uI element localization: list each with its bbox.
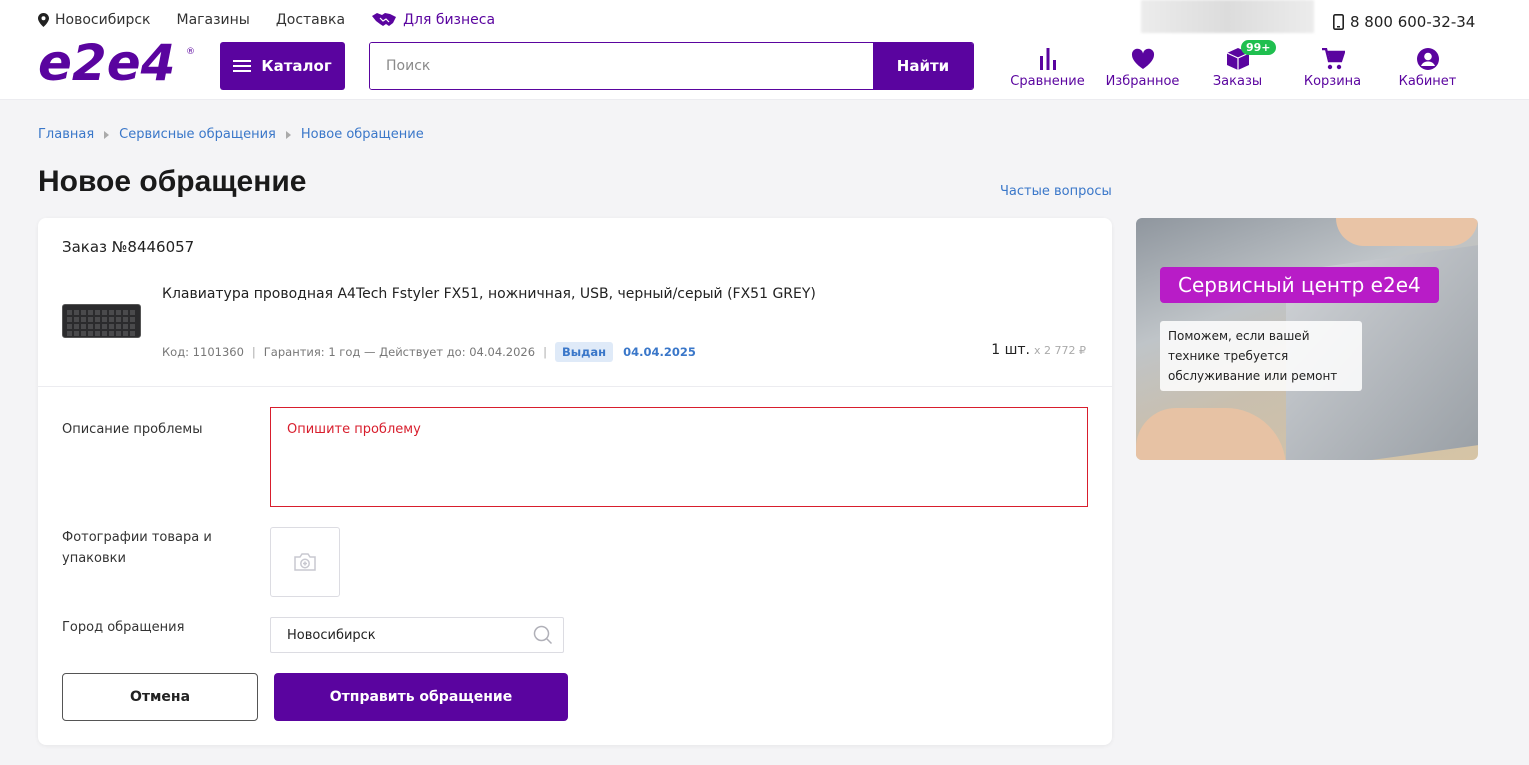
e2e4-logo-icon: e2e4 ® [38,34,195,92]
heart-icon [1131,48,1154,69]
nav-favorites-label: Избранное [1105,74,1180,89]
location-pin-icon [38,13,49,27]
breadcrumb: Главная Сервисные обращения Новое обраще… [38,127,424,142]
business-label: Для бизнеса [403,12,496,28]
city-value: Новосибирск [287,627,376,643]
search-input[interactable] [370,43,873,89]
stores-link[interactable]: Магазины [176,12,249,28]
camera-add-icon [294,553,316,571]
page-title: Новое обращение [38,165,307,198]
problem-label: Описание проблемы [62,422,203,437]
service-center-banner[interactable]: Сервисный центр e2e4 Поможем, если вашей… [1136,218,1478,460]
service-request-card: Заказ №8446057 Клавиатура проводная A4Te… [38,218,1112,745]
order-number: Заказ №8446057 [62,238,195,256]
orders-count-badge: 99+ [1241,40,1276,55]
nav-orders[interactable]: 99+ Заказы [1190,40,1285,89]
breadcrumb-separator-icon [104,130,110,139]
nav-account-label: Кабинет [1398,74,1457,89]
search-button[interactable]: Найти [873,43,973,89]
banner-subtitle: Поможем, если вашей технике требуется об… [1160,321,1362,391]
site-header: Новосибирск Магазины Доставка Для бизнес… [0,0,1529,100]
submit-request-button[interactable]: Отправить обращение [274,673,568,721]
product-image[interactable] [62,304,141,338]
cancel-button[interactable]: Отмена [62,673,258,721]
product-name[interactable]: Клавиатура проводная A4Tech Fstyler FX51… [162,286,816,302]
quantity-text: 1 шт. [991,342,1030,358]
business-link[interactable]: Для бизнеса [371,12,495,28]
nav-favorites[interactable]: Избранное [1095,48,1190,89]
photo-upload[interactable] [270,527,340,597]
breadcrumb-current[interactable]: Новое обращение [301,127,424,142]
meta-divider: | [251,345,256,359]
breadcrumb-home[interactable]: Главная [38,127,94,142]
catalog-label: Каталог [261,57,332,75]
handshake-icon [372,13,397,26]
phone-text: 8 800 600-32-34 [1350,13,1476,31]
faq-link[interactable]: Частые вопросы [1000,184,1112,199]
delivery-link[interactable]: Доставка [276,12,345,28]
header-nav: Сравнение Избранное 99+ Заказы Корзина К… [1000,40,1475,89]
nav-cart-label: Корзина [1303,74,1362,89]
banner-title: Сервисный центр e2e4 [1160,267,1439,303]
user-info-blurred [1141,0,1314,33]
site-logo[interactable]: e2e4 ® [38,34,198,96]
search-bar: Найти [369,42,974,90]
banner-hand-shape [1336,218,1478,246]
card-divider [38,386,1112,387]
nav-account[interactable]: Кабинет [1380,48,1475,89]
breadcrumb-separator-icon [285,130,291,139]
cart-icon [1321,48,1345,70]
product-code: Код: 1101360 [162,345,244,359]
city-label: Город обращения [62,620,185,635]
meta-divider: | [543,345,547,359]
user-icon [1416,48,1439,70]
city-field[interactable]: Новосибирск [270,617,564,653]
city-selector[interactable]: Новосибирск [38,12,150,28]
order-quantity: 1 шт. x 2 772 ₽ [991,342,1086,358]
unit-price: x 2 772 ₽ [1034,344,1086,357]
search-icon [533,625,553,645]
nav-orders-label: Заказы [1212,74,1263,89]
status-date: 04.04.2025 [623,345,696,359]
product-warranty: Гарантия: 1 год — Действует до: 04.04.20… [263,345,536,359]
problem-textarea[interactable]: Опишите проблему [270,407,1088,507]
nav-compare[interactable]: Сравнение [1000,48,1095,89]
status-badge: Выдан [554,342,614,362]
banner-hand-shape [1136,408,1286,460]
menu-icon [233,57,252,75]
compare-icon [1039,48,1056,70]
top-bar: Новосибирск Магазины Доставка Для бизнес… [38,12,521,28]
nav-cart[interactable]: Корзина [1285,48,1380,89]
catalog-button[interactable]: Каталог [220,42,345,90]
product-meta: Код: 1101360 | Гарантия: 1 год — Действу… [162,342,696,362]
phone-icon [1333,14,1344,30]
photos-label: Фотографии товара и упаковки [62,530,212,566]
nav-compare-label: Сравнение [1010,74,1085,89]
breadcrumb-service-requests[interactable]: Сервисные обращения [119,127,276,142]
svg-text:e2e4: e2e4 [38,40,175,92]
city-name: Новосибирск [55,12,151,28]
svg-text:®: ® [186,47,195,57]
phone-number[interactable]: 8 800 600-32-34 [1333,13,1475,31]
